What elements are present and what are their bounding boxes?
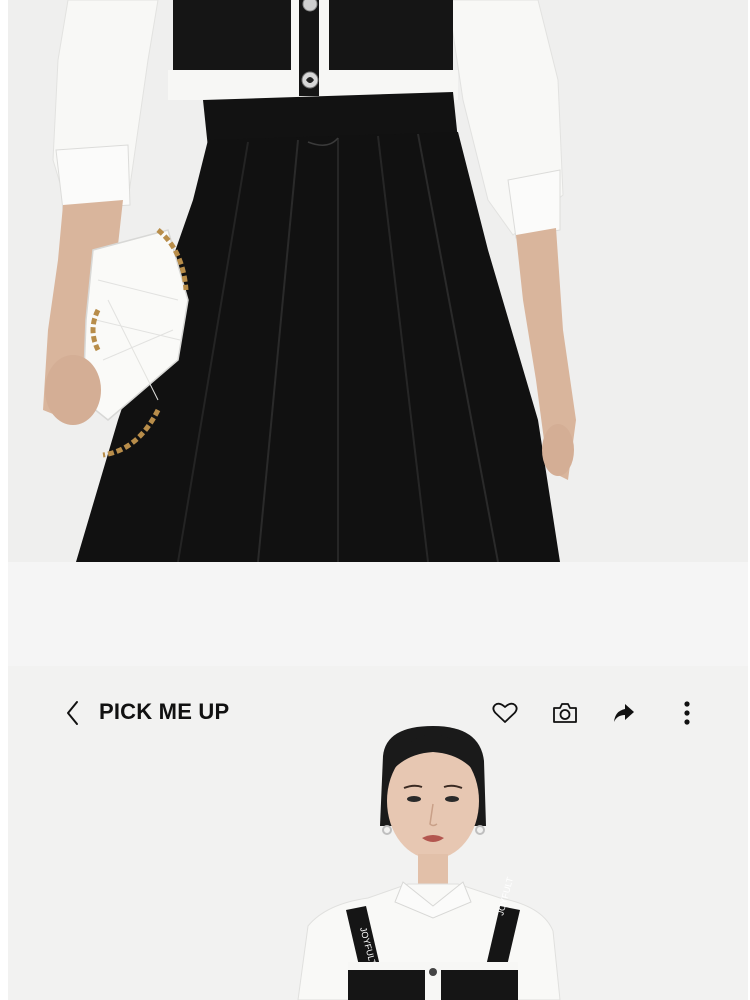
brand-title: PICK ME UP [99,699,230,724]
back-button[interactable] [58,698,88,728]
section-divider [8,562,748,666]
favorite-button[interactable] [490,698,520,728]
share-icon [614,704,634,722]
product-detail-page: JOYFULT JOYFULT PICK ME UP [0,0,750,1000]
chevron-left-icon [67,701,78,725]
camera-button[interactable] [550,698,580,728]
more-options-button[interactable] [672,698,702,728]
skirt-photo-illustration [8,0,748,562]
top-nav-bar: PICK ME UP [8,690,748,736]
product-photo-skirt [8,0,748,562]
heart-icon [492,702,518,723]
share-button[interactable] [609,698,639,728]
more-vertical-icon [684,701,690,725]
camera-icon [553,703,577,723]
